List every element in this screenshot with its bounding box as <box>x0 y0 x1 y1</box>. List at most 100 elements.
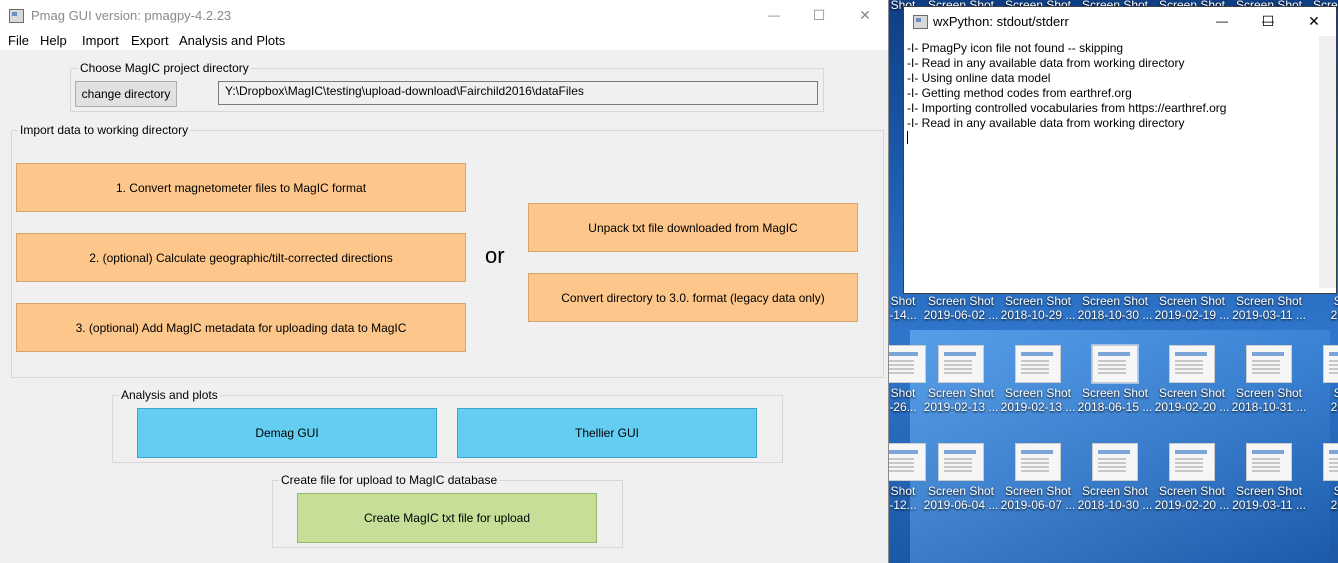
add-metadata-button[interactable]: 3. (optional) Add MagIC metadata for upl… <box>16 303 466 352</box>
vertical-scrollbar[interactable] <box>1319 36 1336 288</box>
desktop-icon-date: 2019-03-11 ... <box>1232 308 1306 322</box>
desktop-icon-date: 2019- <box>1330 498 1338 512</box>
main-title: Pmag GUI version: pmagpy-4.2.23 <box>31 8 232 23</box>
desktop-icon-date: 2019-02-20 ... <box>1154 498 1230 512</box>
desktop-icon-date: 2019- <box>1330 400 1338 414</box>
upload-label: Create file for upload to MagIC database <box>279 473 500 487</box>
log-line: -I- Getting method codes from earthref.o… <box>907 86 1132 100</box>
screenshot-thumbnail-icon <box>1092 443 1138 481</box>
desktop-icon-date: 2019-06-04 ... <box>923 498 999 512</box>
log-line: -I- Read in any available data from work… <box>907 56 1185 70</box>
desktop-icon-name: Screen Shot <box>927 294 995 308</box>
screenshot-thumbnail-icon <box>1169 345 1215 383</box>
desktop-icon[interactable]: Scre2019- <box>1308 443 1338 512</box>
demag-gui-button[interactable]: Demag GUI <box>137 408 437 458</box>
import-label: Import data to working directory <box>18 123 191 137</box>
desktop-icon[interactable]: Screen Shot 2018-06-15 ... <box>1077 344 1153 414</box>
desktop-icon[interactable]: Screen Shot 2019-02-13 ... <box>923 345 999 414</box>
menu-help[interactable]: Help <box>40 33 67 48</box>
minimize-icon[interactable]: — <box>1199 7 1245 36</box>
menu-analysis-and-plots[interactable]: Analysis and Plots <box>179 33 285 48</box>
desktop-icon-name: Screen Shot <box>1158 484 1226 498</box>
desktop-icon-name: Screen Shot <box>1081 386 1149 400</box>
desktop-icon-name: Screen Shot <box>1004 294 1072 308</box>
desktop-icon[interactable]: Screen Shot 2019-06-02 ... <box>923 294 999 322</box>
unpack-txt-button[interactable]: Unpack txt file downloaded from MagIC <box>528 203 858 252</box>
stdout-window: wxPython: stdout/stderr — — ☐ ✕ -I- Pmag… <box>903 6 1337 294</box>
create-upload-file-button[interactable]: Create MagIC txt file for upload <box>297 493 597 543</box>
log-line: -I- PmagPy icon file not found -- skippi… <box>907 41 1124 55</box>
log-line: -I- Read in any available data from work… <box>907 116 1185 130</box>
desktop-icon-name: Screen Shot <box>1158 294 1226 308</box>
log-line: -I- Using online data model <box>907 71 1051 85</box>
analysis-label: Analysis and plots <box>119 388 220 402</box>
window-icon <box>913 15 928 29</box>
desktop-icon[interactable]: Screen Shot 2019-06-04 ... <box>923 443 999 512</box>
desktop-icon[interactable]: Screen Shot 2019-06-07 ... <box>1000 443 1076 512</box>
desktop-icon-name: Screen Shot <box>1004 484 1072 498</box>
close-icon[interactable]: ✕ <box>1291 7 1337 36</box>
desktop-icon-date: 2019-02-19 ... <box>1154 308 1230 322</box>
maximize-icon[interactable]: ☐ <box>1245 7 1291 36</box>
change-directory-button[interactable]: change directory <box>75 81 177 107</box>
desktop-icon-name: Screen Shot <box>1235 294 1303 308</box>
desktop-icon[interactable]: Screen Shot 2019-02-19 ... <box>1154 294 1230 322</box>
desktop-icon-name: Screen Shot <box>1081 484 1149 498</box>
desktop-icon[interactable]: Screen Shot 2019-02-13 ... <box>1000 345 1076 414</box>
desktop-icon-name: Screen Shot <box>1081 294 1149 308</box>
desktop-icon-name: Screen Shot <box>1004 386 1072 400</box>
stdout-log[interactable]: -I- PmagPy icon file not found -- skippi… <box>905 36 1319 288</box>
menu-import[interactable]: Import <box>82 33 119 48</box>
stdout-title: wxPython: stdout/stderr <box>933 14 1069 29</box>
pmag-gui-window: Pmag GUI version: pmagpy-4.2.23 — ☐ ✕ Fi… <box>0 0 889 563</box>
screenshot-thumbnail-icon <box>1246 443 1292 481</box>
desktop-icon-date: 2018-10-29 ... <box>1000 308 1076 322</box>
desktop-icon[interactable]: Screen Shot 2019-02-20 ... <box>1154 345 1230 414</box>
desktop-icon-date: 2018-10-31 ... <box>1231 400 1307 414</box>
screenshot-thumbnail-icon <box>1323 345 1338 383</box>
directory-path-field[interactable]: Y:\Dropbox\MagIC\testing\upload-download… <box>218 81 818 105</box>
desktop-icon-date: 2018-06-15 ... <box>1077 400 1153 414</box>
convert-directory-button[interactable]: Convert directory to 3.0. format (legacy… <box>528 273 858 322</box>
desktop-icon-name: Screen Shot <box>1235 484 1303 498</box>
menu-file[interactable]: File <box>8 33 29 48</box>
desktop-icon[interactable]: Screen Shot 2018-10-30 ... <box>1077 294 1153 322</box>
project-dir-label: Choose MagIC project directory <box>78 61 251 75</box>
or-separator: or <box>485 243 505 268</box>
menu-bar: File Help Import Export Analysis and Plo… <box>0 31 888 51</box>
desktop-icon-name: Scre <box>1333 386 1338 400</box>
desktop-icon-name: Screen Shot <box>927 484 995 498</box>
calculate-directions-button[interactable]: 2. (optional) Calculate geographic/tilt-… <box>16 233 466 282</box>
desktop-icon-date: 2019-02-13 ... <box>923 400 999 414</box>
desktop-icon-date: 2019-03-11 ... <box>1232 498 1306 512</box>
window-icon <box>9 9 24 23</box>
close-icon[interactable]: ✕ <box>842 0 888 31</box>
menu-export[interactable]: Export <box>131 33 169 48</box>
minimize-icon[interactable]: — <box>751 0 797 31</box>
convert-magnetometer-button[interactable]: 1. Convert magnetometer files to MagIC f… <box>16 163 466 212</box>
desktop-icon-name: Scre <box>1333 484 1338 498</box>
desktop-icon-name: Screen Shot <box>927 386 995 400</box>
thellier-gui-button[interactable]: Thellier GUI <box>457 408 757 458</box>
desktop-icon-date: 2019- <box>1330 308 1338 322</box>
desktop-icon-name: Scre <box>1333 294 1338 308</box>
desktop-icon-name: Screen Shot <box>1235 386 1303 400</box>
screenshot-thumbnail-icon <box>1169 443 1215 481</box>
desktop-icon[interactable]: Screen Shot 2018-10-29 ... <box>1000 294 1076 322</box>
screenshot-thumbnail-icon <box>1015 443 1061 481</box>
desktop-icon[interactable]: Screen Shot 2019-02-20 ... <box>1154 443 1230 512</box>
screenshot-thumbnail-icon <box>938 345 984 383</box>
desktop-icon[interactable]: Scre2019- <box>1308 294 1338 322</box>
main-titlebar[interactable]: Pmag GUI version: pmagpy-4.2.23 — ☐ ✕ <box>0 0 888 31</box>
maximize-icon[interactable]: ☐ <box>796 0 842 31</box>
log-line: -I- Importing controlled vocabularies fr… <box>907 101 1227 115</box>
desktop-icon[interactable]: Scre2019- <box>1308 345 1338 414</box>
desktop-icon[interactable]: Screen Shot 2018-10-30 ... <box>1077 443 1153 512</box>
screenshot-thumbnail-icon <box>1323 443 1338 481</box>
desktop-icon[interactable]: Screen Shot 2019-03-11 ... <box>1231 294 1307 322</box>
desktop-icon[interactable]: Screen Shot 2019-03-11 ... <box>1231 443 1307 512</box>
desktop-icon-date: 2019-06-07 ... <box>1000 498 1076 512</box>
desktop-icon[interactable]: Screen Shot 2018-10-31 ... <box>1231 345 1307 414</box>
screenshot-thumbnail-icon <box>1091 344 1139 384</box>
text-cursor <box>907 131 908 144</box>
